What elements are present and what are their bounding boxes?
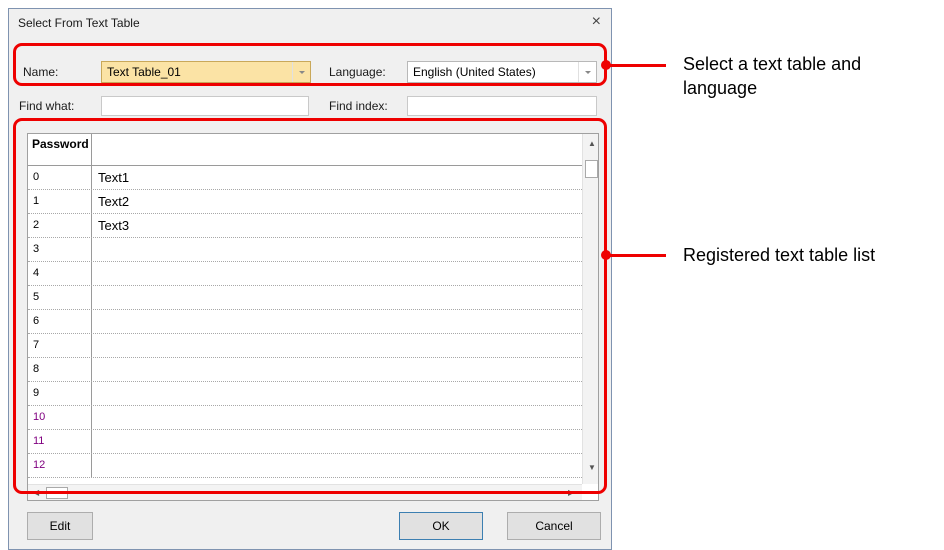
callout-line-top [606, 64, 666, 67]
selection-highlight-box [13, 43, 607, 86]
dialog-title: Select From Text Table [18, 16, 140, 30]
find-what-input[interactable] [101, 96, 309, 116]
find-what-label: Find what: [19, 99, 75, 113]
ok-button[interactable]: OK [399, 512, 483, 540]
edit-button[interactable]: Edit [27, 512, 93, 540]
find-index-label: Find index: [329, 99, 388, 113]
title-bar[interactable]: Select From Text Table × [9, 9, 611, 37]
cancel-button[interactable]: Cancel [507, 512, 601, 540]
callout-registered-list: Registered text table list [683, 245, 876, 265]
list-highlight-box [13, 118, 607, 494]
callout-line-bottom [606, 254, 666, 257]
find-index-input[interactable] [407, 96, 597, 116]
close-icon[interactable]: × [592, 13, 601, 31]
callout-select-table: Select a text table and language [683, 54, 862, 98]
